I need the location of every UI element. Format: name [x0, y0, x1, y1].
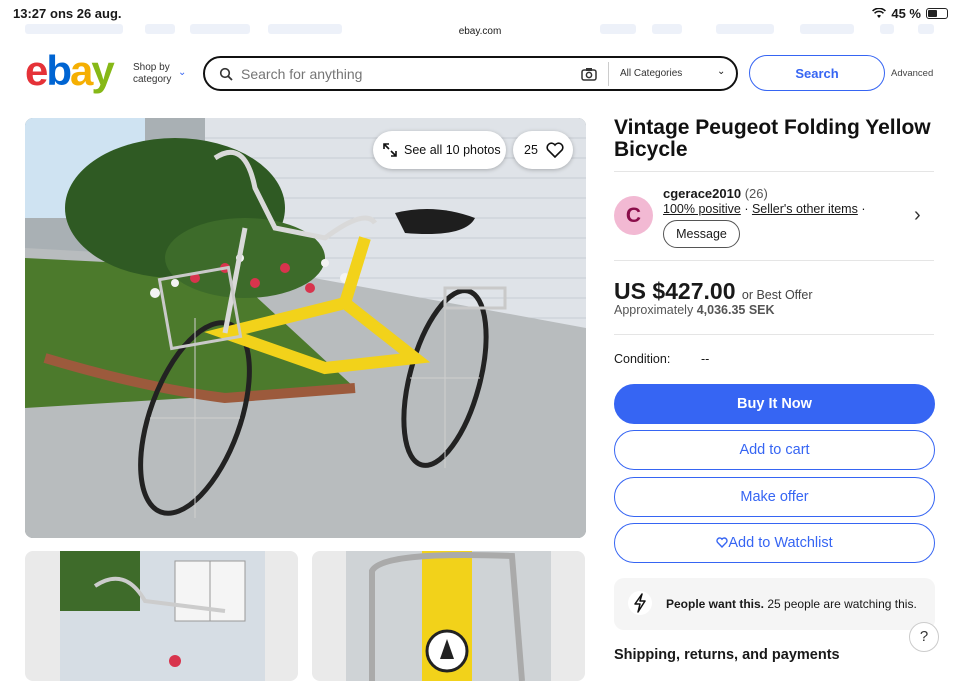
buy-it-now-button[interactable]: Buy It Now	[614, 384, 935, 424]
shipping-heading[interactable]: Shipping, returns, and payments	[614, 647, 840, 663]
bicycle-photo	[25, 118, 586, 538]
thumbnail-image[interactable]	[25, 551, 298, 681]
status-time: 13:27	[13, 6, 47, 21]
search-icon	[219, 67, 233, 81]
best-offer-label: or Best Offer	[741, 288, 813, 302]
help-button[interactable]: ?	[909, 622, 939, 652]
battery-percent: 45 %	[891, 6, 921, 21]
watch-count: 25	[524, 143, 538, 157]
faded-nav	[652, 24, 682, 34]
separator-dot: ·	[744, 202, 752, 216]
faded-nav	[145, 24, 175, 34]
add-to-watchlist-button[interactable]: Add to Watchlist	[614, 523, 935, 563]
thumbnail-photo	[60, 551, 265, 681]
seller-stats: 100% positive · Seller's other items ·	[663, 202, 866, 216]
seller-name[interactable]: cgerace2010	[663, 186, 741, 201]
urgency-bold: People want this.	[666, 597, 765, 611]
faded-nav	[918, 24, 934, 34]
chevron-down-icon: ⌄	[178, 67, 187, 78]
seller-feedback-count: (26)	[744, 186, 768, 201]
price: US $427.00	[614, 278, 736, 304]
category-select[interactable]: All Categories	[620, 68, 682, 79]
faded-nav	[800, 24, 854, 34]
status-right: 45 %	[872, 6, 948, 21]
faded-nav	[190, 24, 250, 34]
url-bar[interactable]: ebay.com	[448, 22, 512, 42]
condition-label: Condition:	[614, 352, 671, 366]
condition-value: --	[701, 352, 710, 366]
thumbnail-photo	[346, 551, 551, 681]
battery-icon	[926, 8, 948, 19]
approx-price: Approximately 4,036.35 SEK	[614, 303, 775, 317]
divider	[614, 171, 934, 172]
message-seller-button[interactable]: Message	[663, 220, 740, 248]
lightning-icon	[628, 591, 652, 615]
price-line: US $427.00 or Best Offer	[614, 278, 813, 305]
urgency-text: People want this. 25 people are watching…	[666, 597, 917, 611]
faded-nav	[25, 24, 123, 34]
faded-nav	[268, 24, 342, 34]
search-bar: All Categories ⌄	[203, 56, 738, 91]
shop-by-category[interactable]: Shop by category ⌄	[133, 62, 186, 86]
wifi-icon	[872, 8, 887, 18]
shop-by-line2: category	[133, 74, 172, 85]
divider	[614, 334, 934, 335]
faded-nav	[600, 24, 636, 34]
svg-text:ebay: ebay	[25, 50, 115, 94]
urgency-detail: 25 people are watching this.	[767, 597, 917, 611]
add-to-cart-button[interactable]: Add to cart	[614, 430, 935, 470]
seller-avatar[interactable]: C	[614, 196, 653, 235]
advanced-search-link[interactable]: Advanced	[891, 68, 933, 79]
thumbnail-image[interactable]	[312, 551, 585, 681]
heart-icon	[546, 142, 564, 158]
seller-name-line[interactable]: cgerace2010 (26)	[663, 186, 768, 201]
expand-icon	[383, 143, 397, 157]
main-product-image[interactable]: See all 10 photos 25	[25, 118, 586, 538]
watch-heart-button[interactable]: 25	[513, 131, 573, 169]
seller-other-items-link[interactable]: Seller's other items	[752, 202, 858, 216]
shop-by-line1: Shop by	[133, 62, 170, 73]
search-divider	[608, 62, 609, 86]
see-all-photos-button[interactable]: See all 10 photos	[373, 131, 506, 169]
divider	[614, 260, 934, 261]
urgency-banner: People want this. 25 people are watching…	[614, 578, 935, 630]
faded-nav	[716, 24, 774, 34]
ebay-logo[interactable]: ebay	[25, 50, 121, 94]
seller-positive-link[interactable]: 100% positive	[663, 202, 741, 216]
approx-prefix: Approximately	[614, 303, 694, 317]
listing-title: Vintage Peugeot Folding Yellow Bicycle	[614, 116, 931, 161]
faded-nav	[880, 24, 894, 34]
approx-value: 4,036.35 SEK	[696, 303, 775, 317]
chevron-down-icon: ⌄	[717, 66, 726, 77]
chevron-right-icon[interactable]: ›	[914, 204, 921, 227]
camera-icon[interactable]	[581, 67, 597, 81]
search-button[interactable]: Search	[749, 55, 885, 91]
make-offer-button[interactable]: Make offer	[614, 477, 935, 517]
search-input[interactable]	[241, 64, 571, 84]
heart-icon	[716, 537, 729, 549]
separator-dot: ·	[861, 202, 866, 216]
add-to-watchlist-label: Add to Watchlist	[728, 535, 833, 551]
see-all-photos-label: See all 10 photos	[404, 143, 501, 157]
status-date: ons 26 aug.	[50, 6, 122, 21]
